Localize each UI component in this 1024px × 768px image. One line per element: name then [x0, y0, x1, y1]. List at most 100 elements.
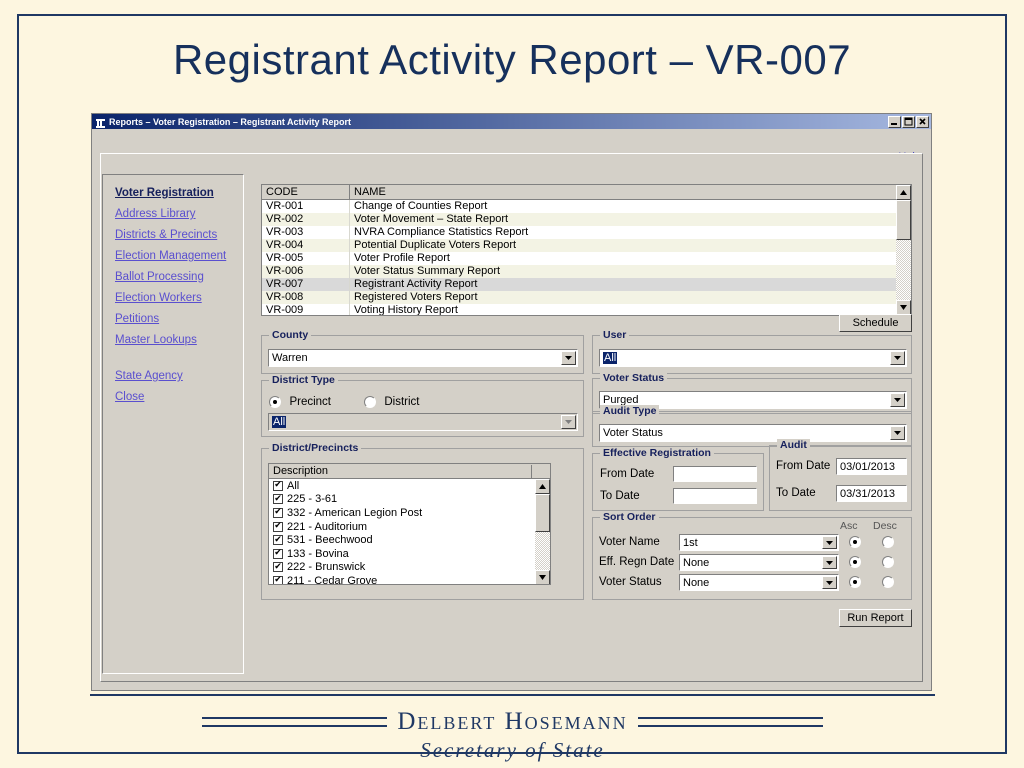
footer-name-row: Delbert Hosemann [90, 708, 935, 736]
schedule-button[interactable]: Schedule [839, 314, 912, 332]
sidebar-navigation: Voter Registration Address Library Distr… [102, 174, 244, 674]
sort-order-label: Eff. Regn Date [599, 556, 675, 568]
checkbox-icon[interactable]: ✔ [273, 562, 283, 573]
checkbox-icon[interactable]: ✔ [273, 507, 283, 518]
radio-precinct[interactable] [269, 395, 281, 408]
effective-registration-group: Effective Registration From Date To Date [592, 447, 764, 511]
sort-order-asc-header: Asc [840, 520, 858, 532]
county-dropdown[interactable]: Warren [268, 349, 578, 367]
maximize-button[interactable] [902, 115, 915, 128]
sort-order-group: Sort Order Asc Desc Voter Name 1st Eff. Re… [592, 511, 912, 600]
table-row[interactable]: VR-004 Potential Duplicate Voters Report [262, 239, 911, 252]
chevron-down-icon[interactable] [822, 576, 837, 589]
sort-order-desc-radio[interactable] [882, 556, 894, 568]
sidebar-item-state-agency[interactable]: State Agency [115, 370, 243, 382]
checkbox-icon[interactable]: ✔ [273, 575, 283, 584]
sidebar-item-districts-precincts[interactable]: Districts & Precincts [115, 229, 243, 241]
district-precincts-scrollbar[interactable] [535, 479, 550, 584]
list-item-label: All [287, 479, 300, 492]
sidebar-item-address-library[interactable]: Address Library [115, 208, 243, 220]
sidebar-item-election-management[interactable]: Election Management [115, 250, 243, 262]
list-item[interactable]: ✔ 531 - Beechwood [269, 533, 550, 547]
table-row[interactable]: VR-009 Voting History Report [262, 304, 911, 315]
district-type-dropdown[interactable]: All [268, 413, 578, 431]
sort-order-dropdown[interactable]: None [679, 574, 839, 591]
audit-to-date-input[interactable]: 03/31/2013 [836, 485, 907, 502]
cell-name: Voter Profile Report [354, 252, 450, 264]
user-dropdown[interactable]: All [599, 349, 907, 367]
checkbox-icon[interactable]: ✔ [273, 535, 283, 546]
cell-code: VR-005 [262, 252, 350, 265]
table-scrollbar[interactable] [896, 185, 911, 315]
eff-reg-to-date-input[interactable] [673, 488, 757, 504]
cell-code: VR-009 [262, 304, 350, 315]
audit-from-date-label: From Date [776, 460, 831, 472]
list-item-label: 531 - Beechwood [287, 534, 373, 547]
table-row[interactable]: VR-006 Voter Status Summary Report [262, 265, 911, 278]
checkbox-icon[interactable]: ✔ [273, 548, 283, 559]
chevron-down-icon[interactable] [561, 415, 576, 429]
sidebar-item-voter-registration[interactable]: Voter Registration [115, 187, 243, 199]
list-item[interactable]: ✔ 222 - Brunswick [269, 561, 550, 575]
radio-district[interactable] [363, 395, 376, 408]
sort-order-asc-radio[interactable] [849, 536, 861, 548]
eff-reg-to-date-label: To Date [600, 490, 640, 502]
column-header-name: NAME [354, 186, 386, 198]
table-row[interactable]: VR-001 Change of Counties Report [262, 200, 911, 213]
chevron-down-icon[interactable] [561, 351, 576, 365]
sort-order-dropdown[interactable]: None [679, 554, 839, 571]
list-item[interactable]: ✔ 225 - 3-61 [269, 493, 550, 507]
checkbox-icon[interactable]: ✔ [273, 494, 283, 505]
minimize-button[interactable] [888, 115, 901, 128]
sort-order-desc-radio[interactable] [882, 536, 894, 548]
scroll-up-arrow[interactable] [896, 185, 911, 200]
sort-order-asc-radio[interactable] [849, 556, 861, 568]
audit-group: Audit From Date 03/01/2013 To Date 03/31… [769, 439, 912, 511]
chevron-down-icon[interactable] [890, 351, 905, 365]
table-row[interactable]: VR-002 Voter Movement – State Report [262, 213, 911, 226]
sidebar-item-close[interactable]: Close [115, 391, 243, 403]
list-item[interactable]: ✔ All [269, 479, 550, 493]
checkbox-icon[interactable]: ✔ [273, 521, 283, 532]
scroll-up-arrow[interactable] [535, 479, 550, 494]
table-row[interactable]: VR-007 Registrant Activity Report [262, 278, 911, 291]
footer-subtitle: Secretary of State [420, 738, 605, 762]
scroll-down-arrow[interactable] [896, 300, 911, 315]
cell-code: VR-006 [262, 265, 350, 278]
eff-reg-from-date-input[interactable] [673, 466, 757, 482]
scroll-down-arrow[interactable] [535, 570, 550, 584]
list-item[interactable]: ✔ 211 - Cedar Grove [269, 574, 550, 584]
chevron-down-icon[interactable] [822, 536, 837, 549]
sort-order-asc-radio[interactable] [849, 576, 861, 588]
sidebar-item-petitions[interactable]: Petitions [115, 313, 243, 325]
chevron-down-icon[interactable] [822, 556, 837, 569]
table-header-row: CODE NAME [262, 185, 911, 200]
chevron-down-icon[interactable] [890, 393, 905, 407]
chevron-down-icon[interactable] [890, 426, 905, 440]
close-button[interactable] [916, 115, 929, 128]
sort-order-label: Voter Status [599, 576, 662, 588]
user-group-legend: User [600, 329, 630, 341]
radio-precinct-label: Precinct [289, 395, 331, 408]
report-list-table[interactable]: CODE NAME VR-001 Change of Counties Repor… [261, 184, 912, 316]
audit-type-dropdown[interactable]: Voter Status [599, 424, 907, 442]
checkbox-icon[interactable]: ✔ [273, 480, 283, 491]
scrollbar-thumb[interactable] [896, 200, 911, 240]
cell-name: NVRA Compliance Statistics Report [354, 226, 529, 238]
sidebar-item-election-workers[interactable]: Election Workers [115, 292, 243, 304]
list-item[interactable]: ✔ 133 - Bovina [269, 547, 550, 561]
sidebar-item-master-lookups[interactable]: Master Lookups [115, 334, 243, 346]
sort-order-desc-radio[interactable] [882, 576, 894, 588]
audit-from-date-input[interactable]: 03/01/2013 [836, 458, 907, 475]
table-row[interactable]: VR-008 Registered Voters Report [262, 291, 911, 304]
list-item[interactable]: ✔ 332 - American Legion Post [269, 506, 550, 520]
table-row[interactable]: VR-005 Voter Profile Report [262, 252, 911, 265]
district-precincts-list[interactable]: Description ✔ All ✔ 225 - 3-61 ✔ 332 - Americ… [268, 463, 551, 585]
sort-order-dropdown[interactable]: 1st [679, 534, 839, 551]
list-item[interactable]: ✔ 221 - Auditorium [269, 520, 550, 534]
sidebar-item-ballot-processing[interactable]: Ballot Processing [115, 271, 243, 283]
sort-order-row: Voter Status None [599, 574, 907, 592]
scrollbar-thumb[interactable] [535, 494, 550, 532]
run-report-button[interactable]: Run Report [839, 609, 912, 627]
table-row[interactable]: VR-003 NVRA Compliance Statistics Report [262, 226, 911, 239]
